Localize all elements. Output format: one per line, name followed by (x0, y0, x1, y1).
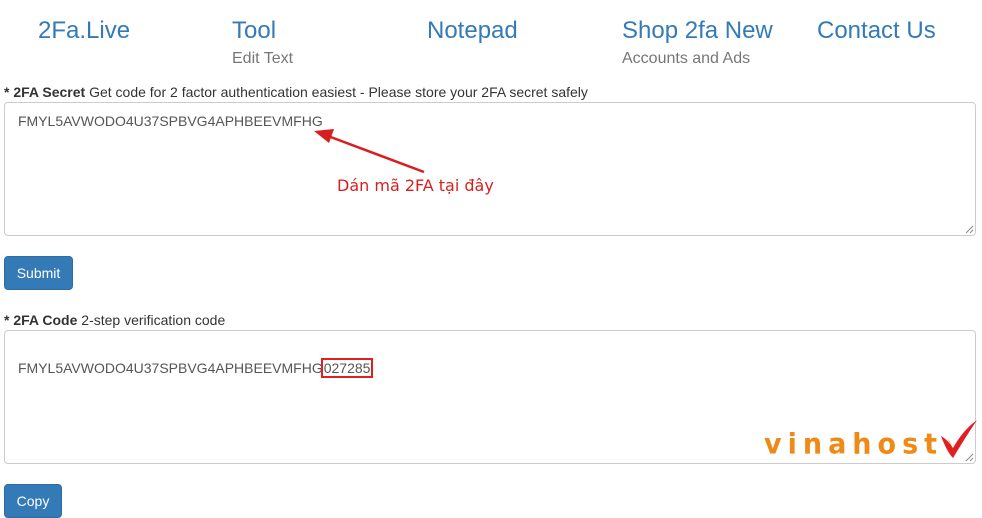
tool-edit-text-link[interactable]: Edit Text (232, 49, 293, 69)
secret-label: * 2FA Secret Get code for 2 factor authe… (4, 84, 588, 100)
nav-tool[interactable]: Tool Edit Text (232, 16, 293, 69)
resize-handle-icon[interactable] (964, 224, 974, 234)
annotation-text: Dán mã 2FA tại đây (337, 176, 494, 195)
secret-textarea[interactable]: FMYL5AVWODO4U37SPBVG4APHBEEVMFHG (4, 102, 976, 236)
secret-label-strong: * 2FA Secret (4, 84, 86, 100)
notepad-link[interactable]: Notepad (427, 16, 518, 46)
nav-contact[interactable]: Contact Us (817, 16, 936, 46)
code-value: FMYL5AVWODO4U37SPBVG4APHBEEVMFHG027285 (18, 358, 374, 378)
contact-link[interactable]: Contact Us (817, 16, 936, 46)
annotation-arrow-icon (314, 129, 425, 174)
logo-text: vinahost (764, 428, 944, 461)
code-label-strong: * 2FA Code (4, 312, 78, 328)
nav-brand[interactable]: 2Fa.Live (38, 16, 130, 46)
shop-accounts-link[interactable]: Accounts and Ads (622, 49, 773, 69)
vinahost-logo: vinahost (764, 416, 979, 460)
secret-label-desc: Get code for 2 factor authentication eas… (85, 84, 588, 100)
code-label: * 2FA Code 2-step verification code (4, 312, 225, 328)
nav-notepad[interactable]: Notepad (427, 16, 518, 46)
code-secret-part: FMYL5AVWODO4U37SPBVG4APHBEEVMFHG (18, 360, 323, 376)
otp-code-highlight: 027285 (320, 358, 374, 378)
tool-link[interactable]: Tool (232, 16, 293, 46)
secret-value: FMYL5AVWODO4U37SPBVG4APHBEEVMFHG (18, 113, 323, 129)
copy-button[interactable]: Copy (4, 484, 62, 518)
code-label-desc: 2-step verification code (77, 312, 226, 328)
checkmark-logo-icon (941, 420, 978, 458)
nav-shop[interactable]: Shop 2fa New Accounts and Ads (622, 16, 773, 69)
submit-button[interactable]: Submit (4, 256, 73, 290)
shop-link[interactable]: Shop 2fa New (622, 16, 773, 46)
brand-link[interactable]: 2Fa.Live (38, 16, 130, 46)
